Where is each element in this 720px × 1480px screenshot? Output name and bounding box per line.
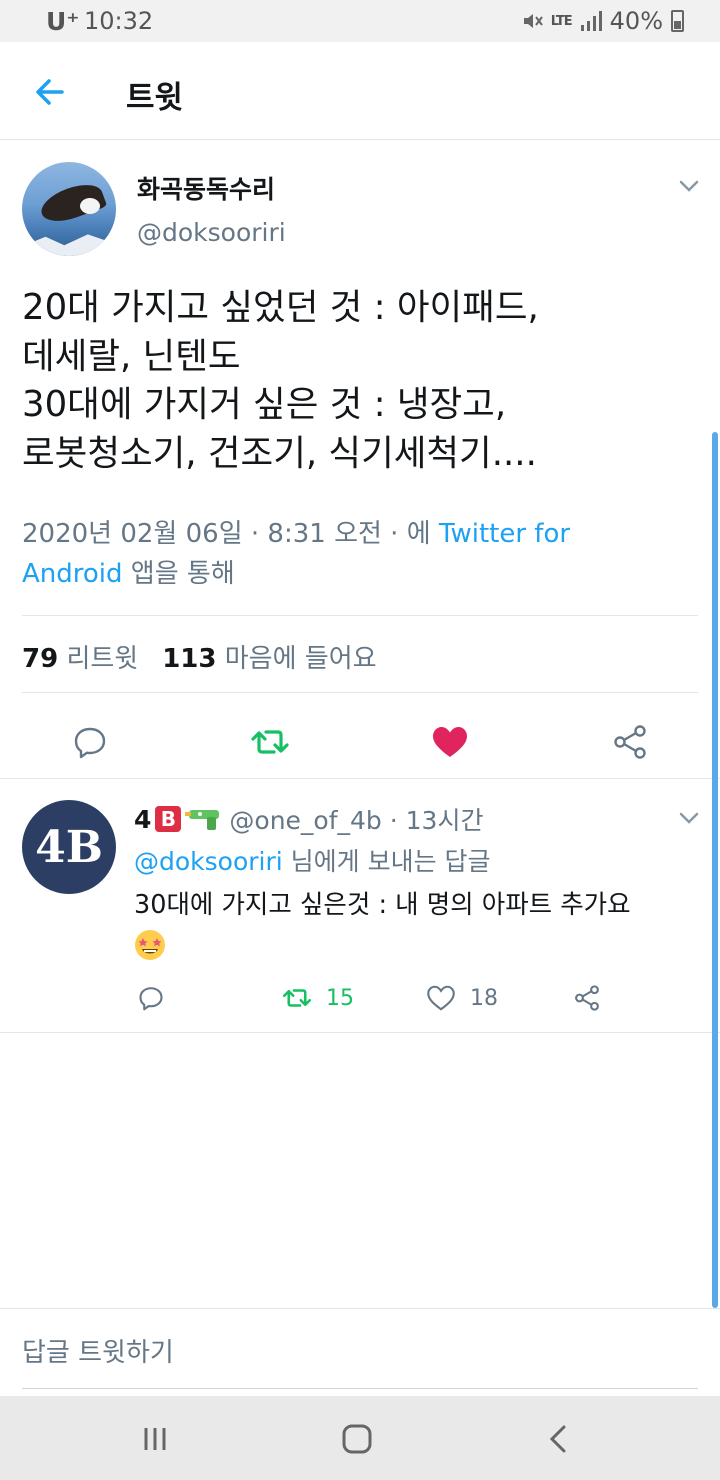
reply-like-button[interactable]: 18: [426, 978, 498, 1018]
signal-icon: [580, 11, 602, 31]
reply-input[interactable]: [22, 1329, 698, 1389]
reply-context: @doksooriri 님에게 보내는 답글: [134, 842, 491, 878]
star-struck-emoji-icon: [135, 930, 165, 960]
carrier-label: U⁺: [46, 7, 80, 36]
reply-avatar[interactable]: 4B: [22, 800, 116, 894]
tweet-meta: 2020년 02월 06일 · 8:31 오전 · 에 Twitter for …: [22, 514, 642, 594]
tweet-timestamp: 2020년 02월 06일 · 8:31 오전 · 에: [22, 519, 439, 549]
tweet-actions: [0, 708, 720, 778]
like-label: 마음에 들어요: [224, 644, 377, 674]
avatar[interactable]: [22, 162, 116, 256]
share-icon: [575, 985, 599, 1011]
heart-outline-icon: [427, 985, 455, 1011]
reply-text: 30대에 가지고 싶은것 : 내 명의 아파트 추가요: [134, 884, 654, 968]
tweet-stats: 79 리트윗 113 마음에 들어요: [22, 638, 377, 675]
tweet-text: 20대 가지고 싶었던 것 : 아이패드, 데세랄, 닌텐도 30대에 가지거 …: [22, 287, 539, 474]
chevron-down-icon[interactable]: [676, 176, 702, 196]
clock: 10:32: [84, 7, 154, 35]
back-arrow-icon[interactable]: [30, 72, 70, 112]
retweet-label: 리트윗: [66, 644, 139, 674]
avatar-mountain: [22, 234, 116, 256]
reply-header: 4 B @one_of_4b · 13시간: [134, 801, 483, 837]
b-button-emoji: B: [155, 806, 182, 832]
reply-like-count: 18: [470, 985, 498, 1011]
recent-apps-icon[interactable]: [138, 1422, 172, 1456]
scrollbar[interactable]: [712, 432, 718, 1308]
reply-to-suffix: 님에게 보내는 답글: [282, 847, 491, 876]
reply-retweet-button[interactable]: 15: [282, 978, 354, 1018]
nav-back-icon[interactable]: [542, 1422, 576, 1456]
divider: [0, 1032, 720, 1033]
heart-icon[interactable]: [430, 722, 470, 762]
retweet-icon[interactable]: [250, 722, 290, 762]
reply-actions: 15 18: [0, 978, 720, 1018]
retweet-icon: [282, 989, 312, 1007]
water-pistol-emoji-icon: [185, 810, 220, 830]
home-icon[interactable]: [340, 1422, 374, 1456]
reply-share-button[interactable]: [572, 978, 602, 1018]
battery-icon: [671, 10, 684, 32]
chevron-down-icon[interactable]: [676, 808, 702, 828]
reply-to-handle[interactable]: @doksooriri: [134, 847, 283, 876]
reply-author-name[interactable]: 4: [134, 805, 151, 834]
avatar-eagle-head: [80, 198, 100, 214]
battery-percent: 40%: [609, 7, 663, 35]
share-icon[interactable]: [610, 722, 650, 762]
divider: [22, 692, 698, 693]
status-icons: LTE 40%: [521, 7, 684, 35]
author-name[interactable]: 화곡동독수리: [137, 170, 275, 206]
reply-icon: [139, 987, 163, 1011]
system-nav-bar: [0, 1396, 720, 1480]
status-bar: U⁺ 10:32 LTE 40%: [0, 0, 720, 42]
top-app-bar: 트윗: [0, 42, 720, 140]
divider: [0, 778, 720, 779]
reply-text-content: 30대에 가지고 싶은것 : 내 명의 아파트 추가요: [134, 890, 631, 920]
like-count: 113: [162, 644, 217, 674]
reply-reply-button[interactable]: [136, 978, 166, 1018]
reply-icon[interactable]: [70, 722, 110, 762]
like-stat[interactable]: 113 마음에 들어요: [162, 638, 376, 675]
reply-handle-time: @one_of_4b · 13시간: [229, 806, 484, 835]
reply-composer: [0, 1308, 720, 1396]
retweet-count: 79: [22, 644, 59, 674]
author-handle[interactable]: @doksooriri: [137, 218, 286, 247]
page-title: 트윗: [126, 80, 184, 116]
retweet-stat[interactable]: 79 리트윗: [22, 638, 138, 675]
reply-retweet-count: 15: [326, 985, 354, 1011]
network-type: LTE: [550, 13, 573, 29]
divider: [22, 615, 698, 616]
tweet-source-suffix: 앱을 통해: [122, 559, 235, 589]
mute-icon: [523, 14, 543, 28]
